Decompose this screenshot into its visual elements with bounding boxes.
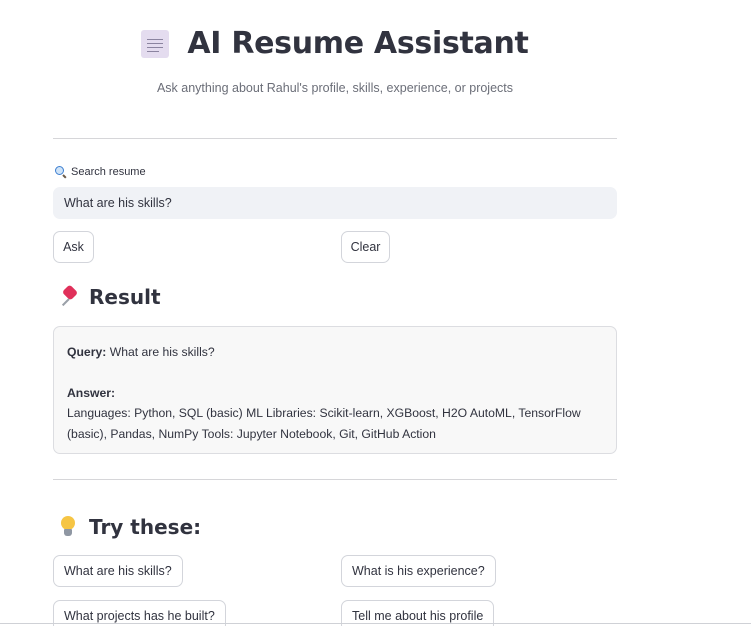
result-heading: Result: [57, 284, 161, 309]
pushpin-icon: [57, 284, 79, 308]
query-label: Query:: [67, 345, 107, 359]
middle-divider: [53, 479, 617, 480]
viewport-bottom-border: [0, 623, 751, 624]
search-label-text: Search resume: [71, 166, 146, 178]
title-row: AI Resume Assistant: [0, 26, 670, 61]
suggestion-button-skills[interactable]: What are his skills?: [53, 555, 183, 587]
suggestions-heading-text: Try these:: [89, 515, 202, 539]
answer-label: Answer:: [67, 385, 116, 400]
page-subtitle: Ask anything about Rahul's profile, skil…: [156, 81, 514, 95]
query-line: Query: What are his skills?: [67, 342, 603, 363]
answer-text: Languages: Python, SQL (basic) ML Librar…: [67, 406, 581, 441]
ask-button[interactable]: Ask: [53, 231, 94, 263]
app-page: AI Resume Assistant Ask anything about R…: [0, 0, 751, 626]
result-heading-text: Result: [89, 285, 161, 309]
top-divider: [53, 138, 617, 139]
light-bulb-icon: [57, 516, 79, 538]
page-facing-up-icon: [141, 29, 170, 58]
search-label: Search resume: [55, 166, 146, 179]
result-card: Query: What are his skills? Answer: Lang…: [53, 326, 617, 454]
search-input[interactable]: [53, 187, 617, 219]
clear-button[interactable]: Clear: [341, 231, 390, 263]
suggestions-heading: Try these:: [57, 515, 201, 539]
query-value: What are his skills?: [109, 345, 215, 359]
magnifying-glass-icon: [55, 166, 67, 179]
page-title: AI Resume Assistant: [187, 26, 529, 61]
suggestion-button-experience[interactable]: What is his experience?: [341, 555, 496, 587]
